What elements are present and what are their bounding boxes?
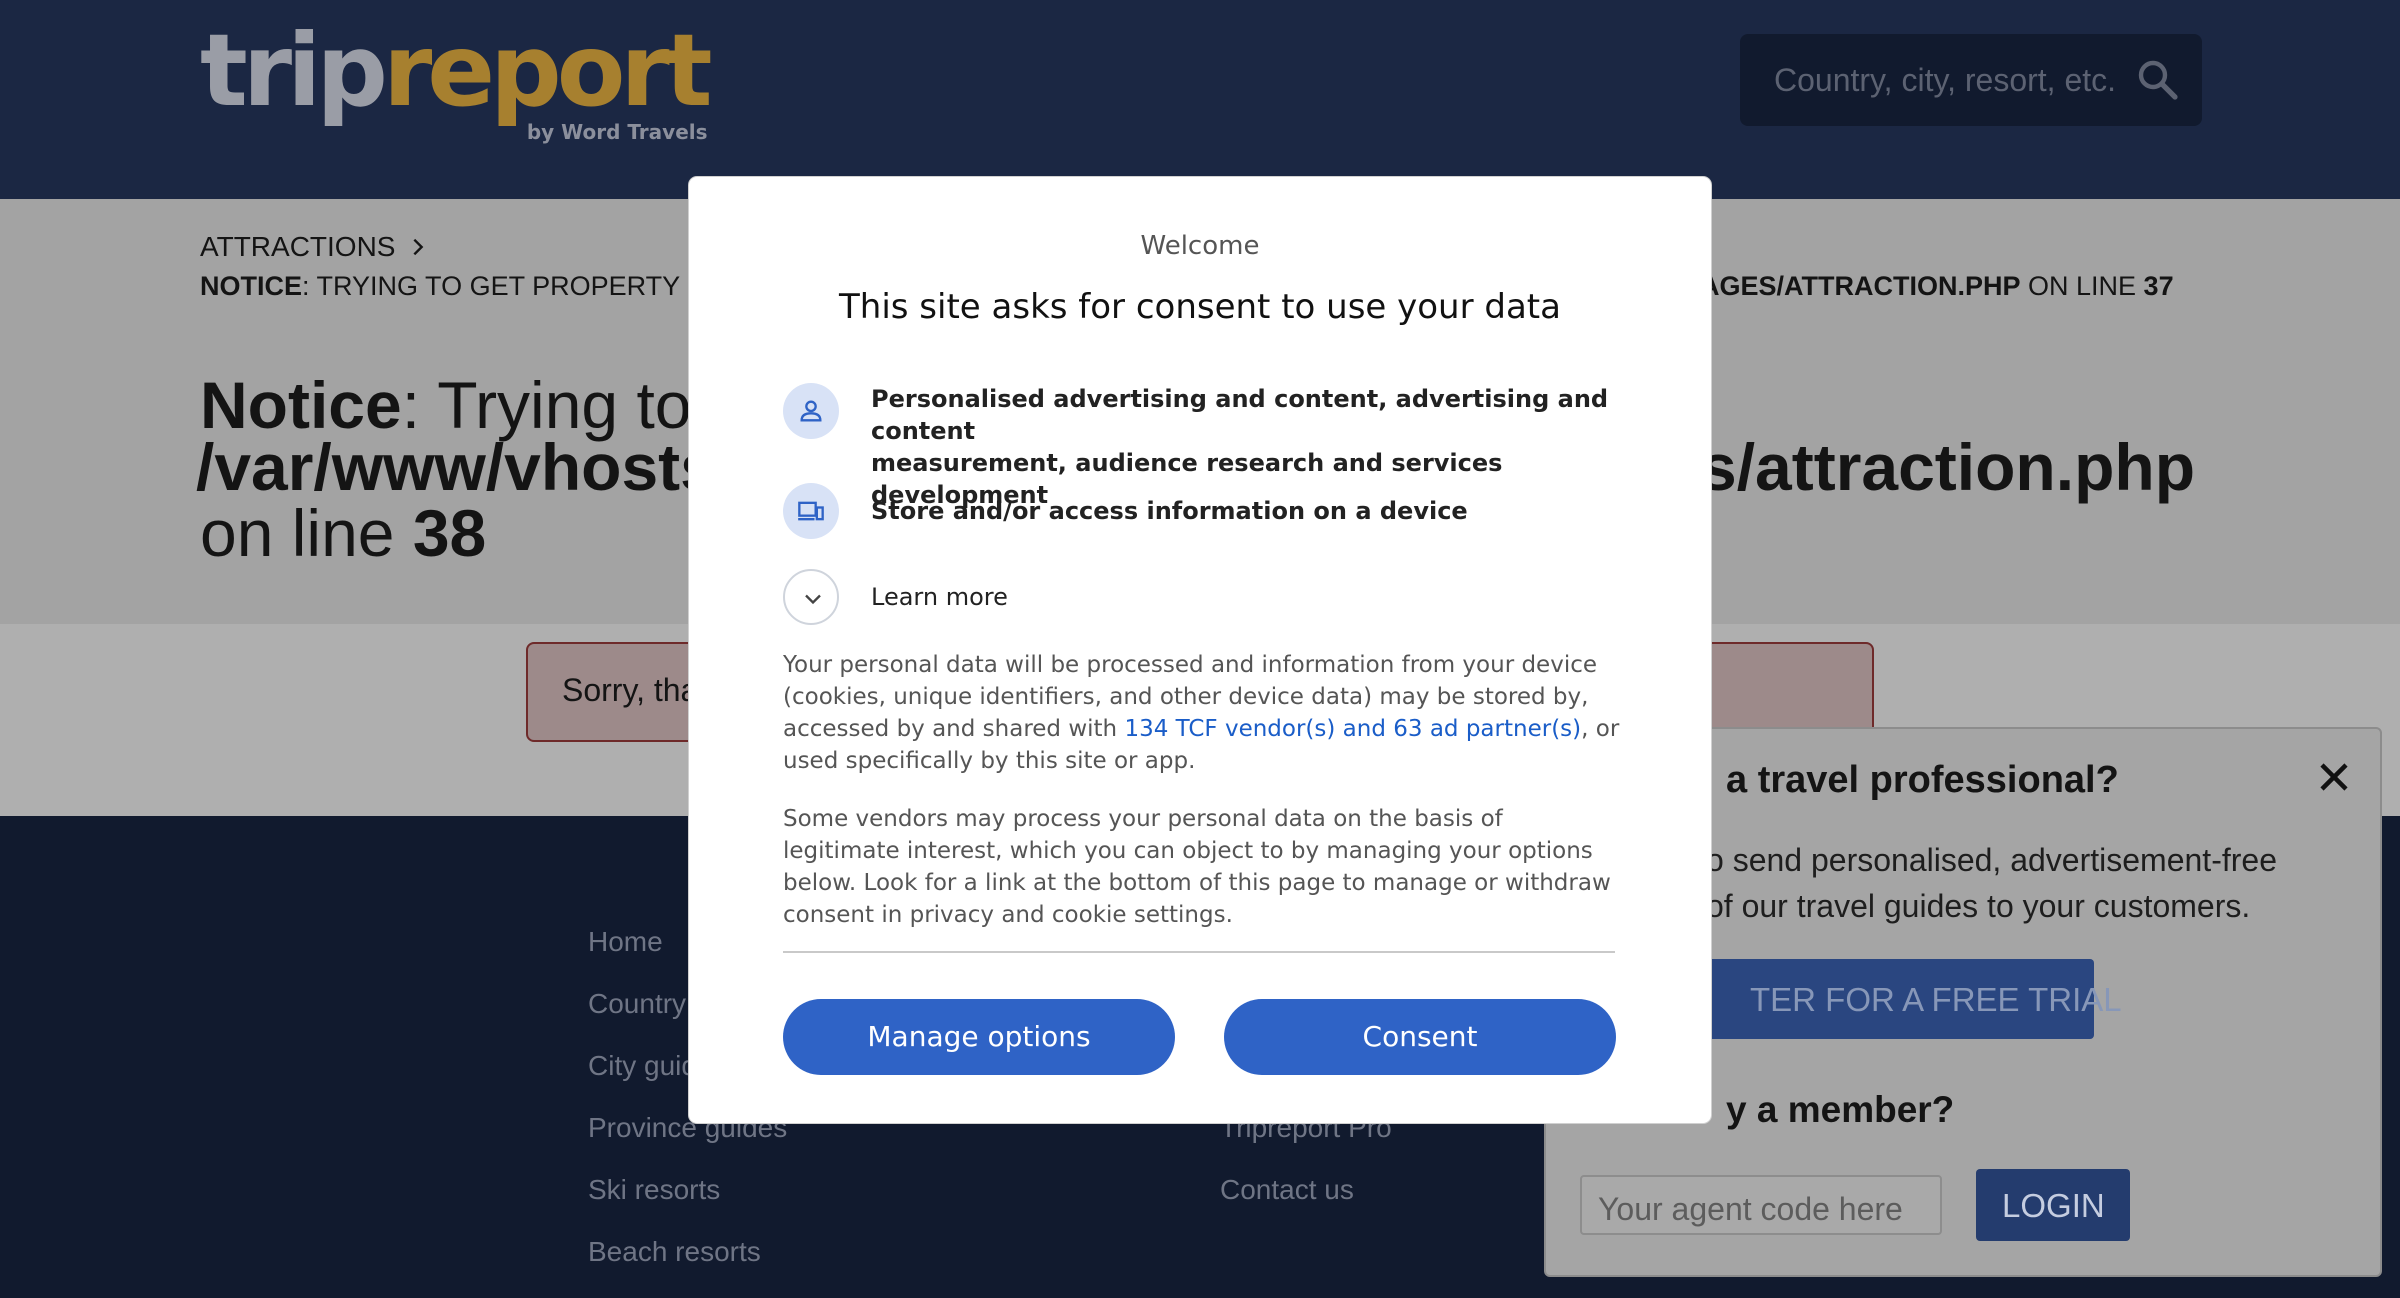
- pro-panel-title: a travel professional?: [1726, 759, 2119, 801]
- breadcrumb-attractions[interactable]: ATTRACTIONS: [200, 231, 395, 263]
- notice-path-right: s/attraction.php: [1700, 430, 2196, 504]
- consent-headline: This site asks for consent to use your d…: [839, 287, 1561, 327]
- site-logo[interactable]: tripreport by Word Travels: [200, 16, 713, 145]
- purpose1-line1: Personalised advertising and content, ad…: [871, 385, 1609, 445]
- logo-trip: trip: [200, 12, 388, 129]
- notice-big-line3: on line 38: [200, 495, 486, 571]
- free-trial-label: TER FOR A FREE TRIAL: [1750, 981, 2122, 1018]
- chevron-down-icon: [805, 594, 821, 605]
- error-message: Sorry, tha: [562, 672, 699, 708]
- logo-report: report: [382, 12, 713, 129]
- notice-path-left: /var/www/vhosts: [196, 430, 717, 504]
- pro-desc-line2: of our travel guides to your customers.: [1706, 888, 2251, 924]
- breadcrumb: ATTRACTIONS: [200, 231, 429, 263]
- close-icon[interactable]: [2316, 759, 2352, 795]
- consent-welcome: Welcome: [1140, 231, 1260, 261]
- search-placeholder: Country, city, resort, etc.: [1774, 62, 2117, 98]
- manage-options-button[interactable]: Manage options: [783, 999, 1175, 1075]
- device-icon-badge: [783, 483, 839, 539]
- notice-small-label: NOTICE: [200, 271, 303, 301]
- purpose-personalised-ads: Personalised advertising and content, ad…: [783, 383, 1643, 509]
- notice-small-path: AGES/ATTRACTION.PHP: [1700, 271, 2021, 301]
- consent-dialog: Welcome This site asks for consent to us…: [689, 177, 1711, 1123]
- free-trial-button[interactable]: TER FOR A FREE TRIAL: [1696, 959, 2122, 1039]
- purpose-store-access: Store and/or access information on a dev…: [783, 483, 1643, 539]
- vendors-link[interactable]: 134 TCF vendor(s) and 63 ad partner(s): [1124, 716, 1581, 742]
- devices-icon: [798, 501, 824, 521]
- manage-options-label: Manage options: [867, 1020, 1091, 1053]
- logo-tagline: by Word Travels: [526, 120, 708, 144]
- chevron-down-badge[interactable]: [783, 569, 839, 625]
- learn-more-toggle[interactable]: Learn more: [783, 569, 1643, 625]
- notice-small-online: ON LINE: [2020, 271, 2144, 301]
- consent-button[interactable]: Consent: [1224, 999, 1616, 1075]
- notice-line-num: 38: [412, 496, 487, 570]
- footer-link-country[interactable]: Country: [588, 988, 686, 1020]
- person-icon-badge: [783, 383, 839, 439]
- divider: [783, 951, 1615, 953]
- purpose-store-access-text: Store and/or access information on a dev…: [871, 497, 1468, 525]
- footer-link-home[interactable]: Home: [588, 926, 663, 958]
- notice-small-text: : TRYING TO GET PROPERTY: [302, 271, 681, 301]
- member-title: y a member?: [1726, 1089, 1955, 1130]
- search-icon[interactable]: [2134, 56, 2182, 104]
- site-header: tripreport by Word Travels Country, city…: [0, 0, 2400, 199]
- pro-panel-description: o send personalised, advertisement-free …: [1706, 837, 2346, 929]
- pro-desc-line1: o send personalised, advertisement-free: [1706, 842, 2277, 878]
- learn-more-label[interactable]: Learn more: [871, 581, 1008, 613]
- notice-small-linenum: 37: [2143, 271, 2174, 301]
- search-input[interactable]: Country, city, resort, etc.: [1740, 34, 2202, 126]
- login-label: LOGIN: [2002, 1187, 2105, 1224]
- login-button[interactable]: LOGIN: [1976, 1169, 2130, 1241]
- agent-code-input[interactable]: Your agent code here: [1580, 1175, 1942, 1235]
- footer-link-beach[interactable]: Beach resorts: [588, 1236, 761, 1268]
- agent-code-placeholder: Your agent code here: [1598, 1191, 1903, 1227]
- footer-link-city[interactable]: City guid: [588, 1050, 697, 1082]
- consent-button-label: Consent: [1362, 1020, 1478, 1053]
- chevron-right-icon: [413, 238, 424, 256]
- footer-link-ski[interactable]: Ski resorts: [588, 1174, 720, 1206]
- notice-small-right: AGES/ATTRACTION.PHP ON LINE 37: [1700, 271, 2174, 302]
- person-icon: [800, 400, 822, 422]
- footer-link-contact[interactable]: Contact us: [1220, 1174, 1354, 1206]
- consent-paragraph-2: Some vendors may process your personal d…: [783, 806, 1611, 928]
- notice-small-left: NOTICE: TRYING TO GET PROPERTY: [200, 271, 680, 302]
- notice-line-text: on line: [200, 496, 413, 570]
- consent-paragraph-1: Your personal data will be processed and…: [783, 649, 1621, 777]
